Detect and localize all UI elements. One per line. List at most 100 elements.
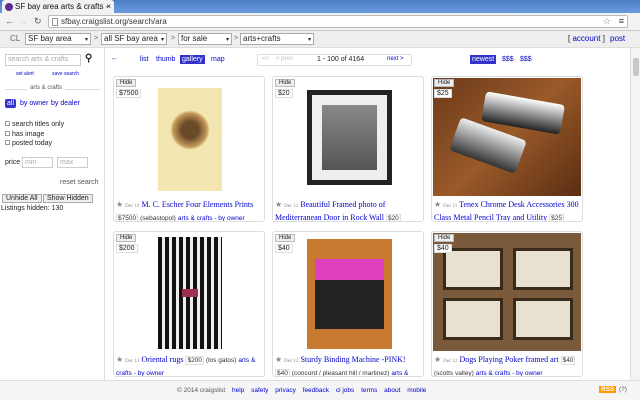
footer-link-safety[interactable]: safety bbox=[251, 387, 268, 394]
footer-link-privacy[interactable]: privacy bbox=[275, 387, 296, 394]
save-search-link[interactable]: save search bbox=[52, 71, 79, 77]
set-alert-link[interactable]: set alert bbox=[16, 71, 34, 77]
address-bar-row: ← → ↻ sfbay.craigslist.org/search/ara ☆ ≡ bbox=[0, 13, 640, 31]
back-icon[interactable]: ← bbox=[5, 16, 14, 26]
favorite-star-icon[interactable]: ★ bbox=[116, 200, 123, 209]
seller-dealer-tab[interactable]: by dealer bbox=[51, 100, 80, 107]
listing-title-link[interactable]: M. C. Escher Four Elements Prints bbox=[141, 200, 253, 209]
listing-card[interactable]: Hide $40 ★ Dec 12 Sturdy Binding Machine -… bbox=[272, 231, 424, 377]
listing-category-link[interactable]: arts & crafts - by owner bbox=[476, 370, 543, 376]
listing-card[interactable]: Hide $40 ★ Dec 12 Dogs Playing Poker frame… bbox=[431, 231, 583, 377]
listing-card[interactable]: Hide $20 ★ Dec 11 Beautiful Framed photo o… bbox=[272, 76, 424, 222]
favorite-star-icon[interactable]: ★ bbox=[116, 355, 123, 364]
rss-link[interactable]: RSS bbox=[599, 386, 617, 393]
search-icon[interactable]: ⚲ bbox=[85, 53, 92, 64]
unhide-all-button[interactable]: Unhide All bbox=[2, 194, 42, 203]
subarea-select[interactable]: all SF bay area bbox=[101, 33, 167, 45]
next-page-link[interactable]: next > bbox=[387, 56, 404, 62]
favorite-star-icon[interactable]: ★ bbox=[434, 355, 441, 364]
favorite-star-icon[interactable]: ★ bbox=[275, 355, 282, 364]
category-label: arts & crafts bbox=[27, 85, 66, 91]
listing-image[interactable] bbox=[274, 233, 422, 351]
view-list[interactable]: list bbox=[140, 56, 149, 63]
rss-help-link[interactable]: (?) bbox=[619, 386, 627, 393]
hide-button[interactable]: Hide bbox=[116, 234, 137, 242]
cl-home-link[interactable]: CL bbox=[10, 34, 20, 43]
first-page-link[interactable]: << bbox=[262, 56, 269, 62]
url-input[interactable]: sfbay.craigslist.org/search/ara ☆ ≡ bbox=[48, 15, 628, 28]
separator: > bbox=[234, 35, 239, 42]
hide-button[interactable]: Hide bbox=[434, 79, 455, 87]
listing-date: Dec 11 bbox=[284, 204, 299, 209]
account-link[interactable]: account bbox=[572, 34, 600, 43]
checkbox[interactable] bbox=[5, 140, 10, 145]
listing-location: (concord / pleasant hill / martinez) bbox=[291, 370, 390, 377]
reset-search-link[interactable]: reset search bbox=[60, 179, 99, 186]
listing-price: $7500 bbox=[116, 214, 139, 222]
listing-price-badge: $200 bbox=[116, 244, 138, 253]
footer-link-about[interactable]: about bbox=[384, 387, 400, 394]
prev-page-link[interactable]: < prev bbox=[276, 56, 293, 62]
listing-card[interactable]: Hide $25 ★ Dec 11 Tenex Chrome Desk Access… bbox=[431, 76, 583, 222]
back-arrow-link[interactable]: ← bbox=[111, 55, 118, 62]
favorite-star-icon[interactable]: ★ bbox=[434, 200, 441, 209]
browser-tab-bar: SF bay area arts & crafts - × bbox=[0, 0, 640, 13]
seller-all-tab[interactable]: all bbox=[5, 99, 17, 108]
forward-icon[interactable]: → bbox=[19, 16, 28, 26]
listings-hidden-count: Listings hidden: 130 bbox=[1, 205, 64, 212]
seller-owner-tab[interactable]: by owner bbox=[20, 100, 48, 107]
separator: > bbox=[94, 35, 99, 42]
listing-image[interactable] bbox=[433, 233, 581, 351]
sort-price-desc[interactable]: $$$ bbox=[520, 56, 532, 63]
listing-title-link[interactable]: Dogs Playing Poker framed art bbox=[459, 355, 558, 364]
listing-title-link[interactable]: Oriental rugs bbox=[141, 355, 183, 364]
browser-tab[interactable]: SF bay area arts & crafts - × bbox=[2, 0, 114, 13]
hide-button[interactable]: Hide bbox=[116, 79, 137, 87]
view-gallery[interactable]: gallery bbox=[180, 55, 205, 64]
listing-category-link[interactable]: arts & bbox=[391, 370, 408, 376]
search-input[interactable]: search arts & crafts bbox=[5, 54, 81, 66]
listing-category-link[interactable]: arts & crafts - by owner bbox=[178, 215, 245, 221]
bookmark-star-icon[interactable]: ☆ bbox=[603, 16, 611, 27]
menu-icon[interactable]: ≡ bbox=[619, 16, 624, 26]
min-price-input[interactable]: min bbox=[22, 157, 53, 168]
favorite-star-icon[interactable]: ★ bbox=[275, 200, 282, 209]
tab-title: SF bay area arts & crafts - bbox=[15, 2, 109, 11]
checkbox[interactable] bbox=[5, 121, 10, 126]
close-tab-icon[interactable]: × bbox=[106, 0, 111, 13]
footer-link-help[interactable]: help bbox=[232, 387, 244, 394]
show-hidden-button[interactable]: Show Hidden bbox=[43, 194, 93, 203]
price-label: price bbox=[5, 159, 21, 166]
footer-link-cl-jobs[interactable]: cl jobs bbox=[336, 387, 354, 394]
section-select[interactable]: for sale bbox=[178, 33, 232, 45]
listing-title-link[interactable]: Sturdy Binding Machine -PINK! bbox=[300, 355, 405, 364]
category-select[interactable]: arts+crafts bbox=[240, 33, 314, 45]
scrollbar[interactable] bbox=[630, 48, 640, 380]
has-image-label: has image bbox=[11, 130, 45, 138]
checkbox[interactable] bbox=[5, 130, 10, 136]
post-link[interactable]: post bbox=[610, 34, 625, 43]
search-titles-only-label: search titles only bbox=[11, 121, 65, 128]
craigslist-favicon-icon bbox=[5, 3, 13, 11]
listing-location: (los gatos) bbox=[205, 357, 237, 364]
listing-image[interactable] bbox=[274, 78, 422, 196]
sort-price-asc[interactable]: $$$ bbox=[502, 56, 514, 63]
max-price-input[interactable]: max bbox=[57, 157, 88, 168]
listing-card[interactable]: Hide $200 ★ Dec 12 Oriental rugs $200 (los… bbox=[113, 231, 265, 377]
listing-card[interactable]: Hide $7500 ★ Dec 10 M. C. Escher Four Elem… bbox=[113, 76, 265, 222]
hide-button[interactable]: Hide bbox=[275, 79, 296, 87]
area-select[interactable]: SF bay area bbox=[25, 33, 91, 45]
reload-icon[interactable]: ↻ bbox=[34, 16, 42, 27]
listing-image[interactable] bbox=[433, 78, 581, 196]
posted-today-label: posted today bbox=[11, 140, 53, 147]
scrollbar-thumb[interactable] bbox=[633, 58, 639, 76]
hide-button[interactable]: Hide bbox=[434, 234, 455, 242]
listing-date: Dec 12 bbox=[125, 359, 140, 364]
view-thumb[interactable]: thumb bbox=[156, 56, 175, 63]
footer-link-mobile[interactable]: mobile bbox=[407, 387, 426, 394]
hide-button[interactable]: Hide bbox=[275, 234, 296, 242]
sort-newest[interactable]: newest bbox=[470, 55, 497, 64]
view-map[interactable]: map bbox=[211, 56, 225, 63]
footer-link-feedback[interactable]: feedback bbox=[303, 387, 329, 394]
footer-link-terms[interactable]: terms bbox=[361, 387, 377, 394]
